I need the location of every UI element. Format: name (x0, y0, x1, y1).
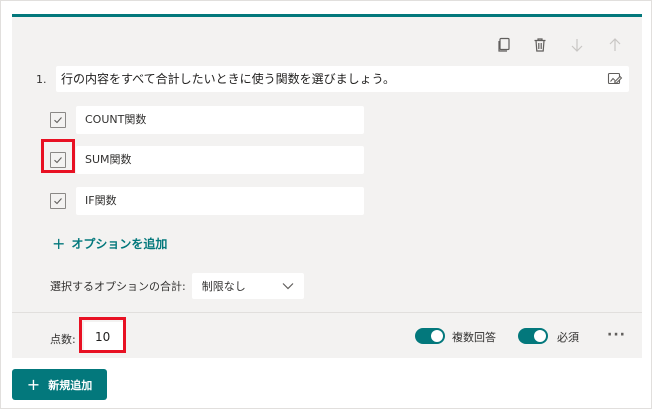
question-number: 1. (36, 72, 47, 86)
copy-icon[interactable] (494, 35, 514, 55)
option-checkbox[interactable] (50, 193, 66, 209)
chevron-down-icon (282, 283, 294, 290)
form-canvas: 1. 行の内容をすべて合計したいときに使う関数を選びましょう。 COUNT関数 … (0, 0, 652, 409)
highlight-box-points (79, 317, 126, 353)
question-card: 1. 行の内容をすべて合計したいときに使う関数を選びましょう。 COUNT関数 … (12, 14, 642, 358)
check-icon (54, 198, 62, 205)
toggle-knob (431, 330, 443, 342)
option-row: SUM関数 (50, 146, 364, 174)
trash-icon[interactable] (530, 35, 550, 55)
add-option-button[interactable]: + オプションを追加 (52, 235, 167, 252)
edit-image-icon[interactable] (607, 71, 623, 87)
question-title-input[interactable]: 行の内容をすべて合計したいときに使う関数を選びましょう。 (56, 66, 629, 92)
plus-icon: + (52, 233, 66, 253)
multiple-answers-toggle[interactable] (415, 328, 445, 344)
toggle-knob (534, 330, 546, 342)
option-input[interactable]: COUNT関数 (76, 106, 364, 134)
selection-total-label: 選択するオプションの合計: (50, 280, 186, 293)
required-toggle[interactable] (518, 328, 548, 344)
question-row: 1. 行の内容をすべて合計したいときに使う関数を選びましょう。 (36, 66, 629, 92)
option-input[interactable]: SUM関数 (76, 146, 364, 174)
plus-icon: + (26, 374, 41, 394)
option-input[interactable]: IF関数 (76, 187, 364, 215)
option-row: COUNT関数 (50, 106, 364, 134)
arrow-up-icon[interactable] (605, 35, 625, 55)
more-icon[interactable]: ··· (607, 327, 626, 343)
points-label: 点数: (50, 333, 76, 346)
add-option-label: オプションを追加 (71, 237, 168, 251)
selection-total-row: 選択するオプションの合計: 制限なし (50, 273, 304, 299)
question-title-text: 行の内容をすべて合計したいときに使う関数を選びましょう。 (61, 72, 395, 86)
option-checkbox[interactable] (50, 112, 66, 128)
selection-total-value: 制限なし (201, 280, 246, 293)
arrow-down-icon[interactable] (567, 35, 587, 55)
highlight-box-checkbox (41, 139, 75, 173)
add-new-button[interactable]: + 新規追加 (12, 369, 107, 400)
option-row: IF関数 (50, 187, 364, 215)
selection-total-dropdown[interactable]: 制限なし (191, 273, 304, 299)
check-icon (54, 117, 62, 124)
add-new-label: 新規追加 (48, 378, 93, 392)
multiple-answers-label: 複数回答 (452, 331, 496, 344)
required-label: 必須 (557, 331, 579, 344)
